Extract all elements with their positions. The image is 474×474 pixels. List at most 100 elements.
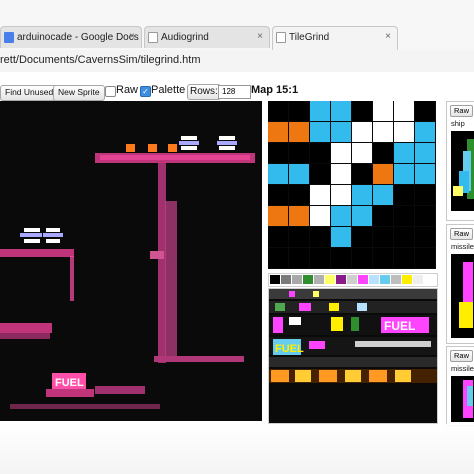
new-sprite-button[interactable]: New Sprite — [53, 85, 105, 101]
tile-pixel[interactable] — [331, 122, 351, 142]
tile-pixel[interactable] — [310, 206, 330, 226]
sprite-preview[interactable] — [451, 376, 474, 422]
tile-pixel[interactable] — [289, 122, 309, 142]
tile-pixel[interactable] — [289, 248, 309, 268]
raw-button[interactable]: Raw — [450, 228, 474, 240]
tile-pixel[interactable] — [289, 143, 309, 163]
map-view[interactable]: FUEL — [0, 101, 262, 421]
palette-swatch[interactable] — [402, 275, 412, 284]
tile-pixel[interactable] — [289, 185, 309, 205]
tile-pixel[interactable] — [373, 227, 393, 247]
tile-pixel[interactable] — [310, 248, 330, 268]
tile-pixel[interactable] — [373, 185, 393, 205]
tile-pixel[interactable] — [268, 164, 288, 184]
tile-pixel[interactable] — [310, 227, 330, 247]
tile-pixel[interactable] — [289, 101, 309, 121]
tile-pixel[interactable] — [331, 227, 351, 247]
tile-pixel[interactable] — [394, 122, 414, 142]
tile-pixel[interactable] — [268, 206, 288, 226]
tile-pixel[interactable] — [394, 248, 414, 268]
sprite-preview[interactable] — [451, 254, 474, 338]
tile-pixel[interactable] — [394, 227, 414, 247]
sprite-preview[interactable] — [451, 131, 474, 211]
tile-sheet-canvas[interactable]: FUEL FUEL — [269, 289, 437, 423]
tile-pixel[interactable] — [352, 227, 372, 247]
tab-tilegrind[interactable]: TileGrind × — [272, 26, 398, 50]
palette-swatch[interactable] — [358, 275, 368, 284]
palette-swatch[interactable] — [314, 275, 324, 284]
palette-swatch[interactable] — [303, 275, 313, 284]
palette-swatch[interactable] — [413, 275, 423, 284]
palette-swatch[interactable] — [281, 275, 291, 284]
tile-pixel[interactable] — [415, 248, 435, 268]
palette-swatch[interactable] — [336, 275, 346, 284]
palette-swatch[interactable] — [270, 275, 280, 284]
tile-pixel[interactable] — [415, 164, 435, 184]
tile-pixel[interactable] — [373, 101, 393, 121]
tile-pixel[interactable] — [289, 206, 309, 226]
tile-pixel[interactable] — [289, 164, 309, 184]
tile-pixel[interactable] — [310, 164, 330, 184]
tile-pixel[interactable] — [268, 122, 288, 142]
palette-swatch[interactable] — [380, 275, 390, 284]
tile-pixel[interactable] — [268, 227, 288, 247]
tile-pixel[interactable] — [352, 206, 372, 226]
tile-sheet[interactable]: FUEL FUEL — [268, 288, 438, 424]
address-bar[interactable]: rett/Documents/CavernsSim/tilegrind.htm — [0, 50, 474, 73]
tile-pixel[interactable] — [331, 206, 351, 226]
raw-button[interactable]: Raw — [450, 105, 474, 117]
palette-swatch[interactable] — [325, 275, 335, 284]
tile-pixel[interactable] — [352, 185, 372, 205]
tile-pixel[interactable] — [394, 101, 414, 121]
tab-arduinocade[interactable]: arduinocade - Google Docs × — [0, 26, 142, 48]
raw-button[interactable]: Raw — [450, 350, 474, 362]
tile-pixel[interactable] — [310, 122, 330, 142]
tile-pixel[interactable] — [289, 227, 309, 247]
tile-pixel[interactable] — [331, 143, 351, 163]
palette-swatch[interactable] — [347, 275, 357, 284]
tile-pixel[interactable] — [394, 185, 414, 205]
palette-swatch[interactable] — [292, 275, 302, 284]
tile-pixel[interactable] — [415, 143, 435, 163]
tile-editor[interactable] — [268, 101, 436, 269]
palette-swatch[interactable] — [369, 275, 379, 284]
tab-audiogrind[interactable]: Audiogrind × — [144, 26, 270, 48]
find-unused-button[interactable]: Find Unused — [0, 85, 59, 101]
tile-pixel[interactable] — [331, 101, 351, 121]
tile-pixel[interactable] — [394, 143, 414, 163]
tile-pixel[interactable] — [373, 206, 393, 226]
tile-pixel[interactable] — [352, 101, 372, 121]
raw-checkbox[interactable] — [105, 86, 116, 97]
rows-input[interactable]: 128 — [218, 85, 251, 99]
tile-pixel[interactable] — [352, 122, 372, 142]
tile-pixel[interactable] — [331, 248, 351, 268]
tile-zoom-grid[interactable] — [268, 101, 436, 269]
tile-pixel[interactable] — [352, 143, 372, 163]
palette-bar[interactable] — [268, 273, 438, 287]
tile-pixel[interactable] — [310, 143, 330, 163]
map-canvas[interactable]: FUEL — [0, 101, 262, 421]
close-icon[interactable]: × — [129, 31, 135, 42]
tile-pixel[interactable] — [394, 164, 414, 184]
tile-pixel[interactable] — [268, 101, 288, 121]
tile-pixel[interactable] — [268, 248, 288, 268]
tile-pixel[interactable] — [331, 185, 351, 205]
tile-pixel[interactable] — [373, 164, 393, 184]
tile-pixel[interactable] — [268, 143, 288, 163]
close-icon[interactable]: × — [257, 31, 263, 42]
tile-pixel[interactable] — [415, 122, 435, 142]
tile-pixel[interactable] — [373, 122, 393, 142]
palette-swatch[interactable] — [424, 275, 434, 284]
palette-swatch[interactable] — [391, 275, 401, 284]
tile-pixel[interactable] — [310, 185, 330, 205]
tile-pixel[interactable] — [415, 101, 435, 121]
tile-pixel[interactable] — [394, 206, 414, 226]
tile-pixel[interactable] — [415, 227, 435, 247]
tile-pixel[interactable] — [310, 101, 330, 121]
palette-checkbox[interactable]: ✓ — [140, 86, 151, 97]
tile-pixel[interactable] — [415, 206, 435, 226]
tile-pixel[interactable] — [373, 248, 393, 268]
tile-pixel[interactable] — [352, 164, 372, 184]
close-icon[interactable]: × — [385, 31, 391, 42]
tile-pixel[interactable] — [331, 164, 351, 184]
